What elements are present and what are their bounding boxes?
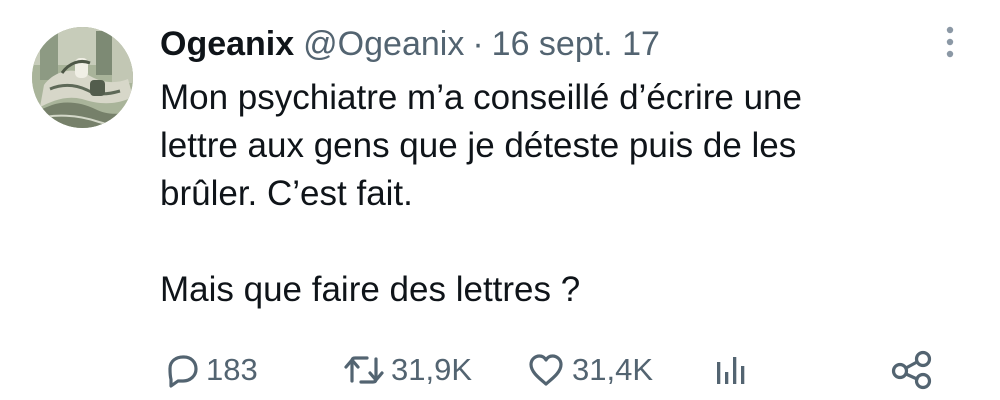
reply-button[interactable]: 183 (162, 344, 258, 396)
avatar-image (32, 27, 133, 128)
tweet-line-2: lettre aux gens que je déteste puis de l… (160, 126, 797, 165)
retweet-arrows-icon (343, 351, 385, 389)
avatar[interactable] (32, 27, 133, 128)
bar-chart-icon (712, 351, 748, 389)
reply-count: 183 (206, 352, 258, 387)
share-nodes-icon (890, 350, 934, 390)
heart-icon (526, 351, 566, 389)
more-options-button[interactable] (932, 22, 968, 62)
tweet-header: Ogeanix @Ogeanix · 16 sept. 17 (160, 22, 660, 66)
like-count: 31,4K (572, 352, 654, 387)
author-handle[interactable]: @Ogeanix (303, 25, 464, 64)
author-display-name[interactable]: Ogeanix (160, 25, 294, 64)
tweet-line-1: Mon psychiatre m’a conseillé d’écrire un… (160, 78, 802, 117)
tweet-line-3: brûler. C’est fait. (160, 174, 413, 213)
tweet-action-bar: 183 31,9K 31,4K (160, 344, 950, 396)
retweet-count: 31,9K (391, 352, 473, 387)
tweet-line-4: Mais que faire des lettres ? (160, 270, 581, 309)
share-button[interactable] (890, 344, 934, 396)
tweet-date[interactable]: 16 sept. 17 (492, 25, 660, 64)
tweet-card[interactable]: Ogeanix @Ogeanix · 16 sept. 17 Mon psych… (0, 0, 1000, 400)
tweet-text: Mon psychiatre m’a conseillé d’écrire un… (160, 74, 950, 314)
views-button[interactable] (712, 344, 748, 396)
speech-bubble-icon (162, 351, 200, 389)
header-separator: · (472, 24, 484, 63)
more-vertical-icon (946, 26, 954, 58)
retweet-button[interactable]: 31,9K (343, 344, 472, 396)
like-button[interactable]: 31,4K (526, 344, 653, 396)
